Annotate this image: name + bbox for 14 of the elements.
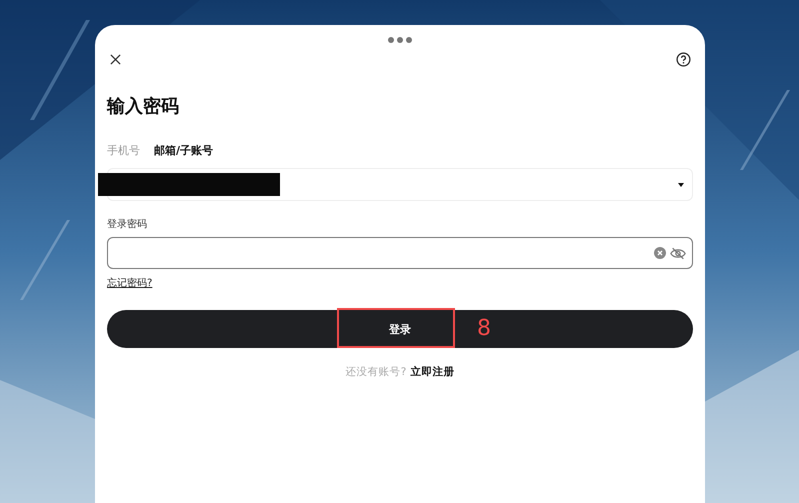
help-icon[interactable] — [676, 52, 691, 66]
close-icon[interactable] — [110, 54, 121, 64]
step-number: 8 — [477, 315, 491, 343]
field-label: 登录密码 — [107, 218, 148, 231]
eye-off-icon[interactable] — [670, 246, 686, 260]
dialog-title: 输入密码 — [107, 95, 180, 119]
forgot-password-link[interactable]: 忘记密码? — [107, 278, 152, 289]
tab[interactable]: 邮箱/子账号 — [154, 143, 214, 158]
drag-handle-icon[interactable] — [388, 37, 412, 43]
caret-icon[interactable] — [678, 182, 684, 186]
register-link[interactable]: 立即注册 — [410, 365, 454, 379]
password-field[interactable] — [107, 237, 693, 269]
signup-prompt: 还没有账号? — [346, 365, 406, 379]
clear-icon[interactable] — [654, 247, 666, 259]
